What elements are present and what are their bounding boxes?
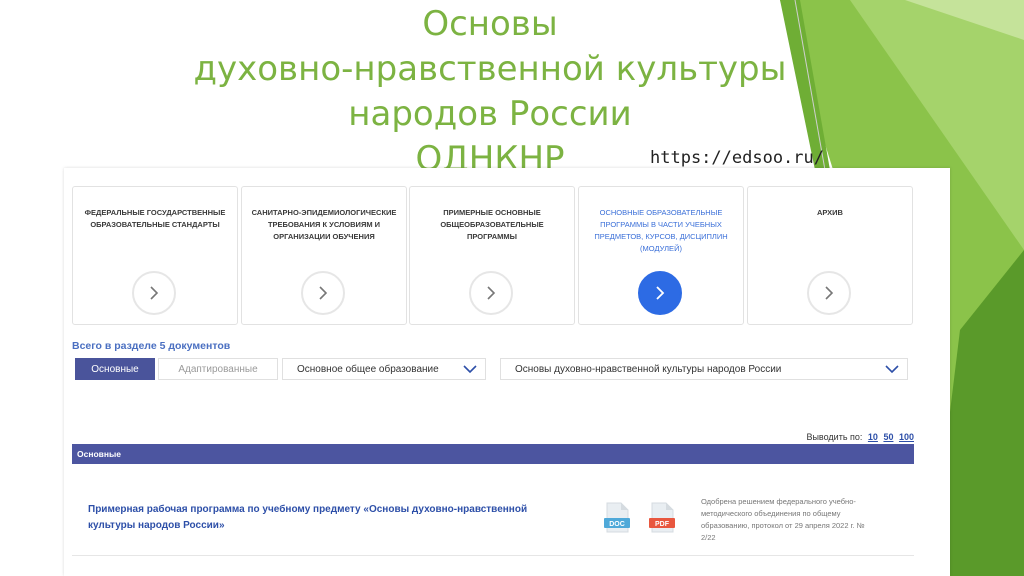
- card-fgos[interactable]: ФЕДЕРАЛЬНЫЕ ГОСУДАРСТВЕННЫЕ ОБРАЗОВАТЕЛЬ…: [72, 186, 238, 325]
- card-label: САНИТАРНО-ЭПИДЕМИОЛОГИЧЕСКИЕ ТРЕБОВАНИЯ …: [251, 208, 397, 241]
- per-page-100[interactable]: 100: [899, 432, 914, 442]
- row-divider: [72, 555, 914, 556]
- chevron-down-icon: [885, 365, 899, 374]
- card-poop[interactable]: ПРИМЕРНЫЕ ОСНОВНЫЕ ОБЩЕОБРАЗОВАТЕЛЬНЫЕ П…: [409, 186, 575, 325]
- card-label: ПРИМЕРНЫЕ ОСНОВНЫЕ ОБЩЕОБРАЗОВАТЕЛЬНЫЕ П…: [440, 208, 544, 241]
- tab-main[interactable]: Основные: [75, 358, 155, 380]
- pdf-file-icon[interactable]: PDF: [649, 502, 675, 534]
- document-title-link[interactable]: Примерная рабочая программа по учебному …: [88, 502, 568, 534]
- per-page-10[interactable]: 10: [868, 432, 878, 442]
- pdf-label: PDF: [655, 521, 670, 528]
- card-oop-subjects[interactable]: ОСНОВНЫЕ ОБРАЗОВАТЕЛЬНЫЕ ПРОГРАММЫ В ЧАС…: [578, 186, 744, 325]
- card-label: ОСНОВНЫЕ ОБРАЗОВАТЕЛЬНЫЕ ПРОГРАММЫ В ЧАС…: [587, 207, 735, 255]
- title-line: Основы: [422, 4, 558, 44]
- doc-file-icon[interactable]: DOC: [604, 502, 630, 534]
- level-select-value: Основное общее образование: [297, 363, 439, 375]
- chevron-down-icon: [463, 365, 477, 374]
- card-label-sub: (МОДУЛЕЙ): [640, 244, 682, 253]
- card-arrow-button[interactable]: [132, 271, 176, 315]
- title-line: духовно-нравственной культуры: [193, 49, 787, 89]
- doc-label: DOC: [609, 521, 625, 528]
- card-arrow-button-active[interactable]: [638, 271, 682, 315]
- section-header: Основные: [72, 444, 914, 464]
- chevron-right-icon: [656, 286, 665, 300]
- card-label-text: ОСНОВНЫЕ ОБРАЗОВАТЕЛЬНЫЕ ПРОГРАММЫ В ЧАС…: [594, 208, 728, 241]
- subject-select-value: Основы духовно-нравственной культуры нар…: [515, 363, 782, 375]
- per-page: Выводить по: 10 50 100: [806, 432, 914, 442]
- per-page-50[interactable]: 50: [883, 432, 893, 442]
- chevron-right-icon: [150, 286, 159, 300]
- title-line: народов России: [348, 94, 632, 134]
- chevron-right-icon: [319, 286, 328, 300]
- approval-note: Одобрена решением федерального учебно-ме…: [701, 497, 865, 542]
- card-sanpin[interactable]: САНИТАРНО-ЭПИДЕМИОЛОГИЧЕСКИЕ ТРЕБОВАНИЯ …: [241, 186, 407, 325]
- card-archive[interactable]: АРХИВ: [747, 186, 913, 325]
- card-label: АРХИВ: [817, 208, 843, 217]
- card-label: ФЕДЕРАЛЬНЫЕ ГОСУДАРСТВЕННЫЕ ОБРАЗОВАТЕЛЬ…: [84, 208, 226, 229]
- level-select[interactable]: Основное общее образование: [282, 358, 486, 380]
- tab-adapted[interactable]: Адаптированные: [158, 358, 278, 380]
- card-arrow-button[interactable]: [469, 271, 513, 315]
- document-count: Всего в разделе 5 документов: [72, 340, 231, 352]
- chevron-right-icon: [487, 286, 496, 300]
- website-screenshot: ФЕДЕРАЛЬНЫЕ ГОСУДАРСТВЕННЫЕ ОБРАЗОВАТЕЛЬ…: [64, 168, 950, 576]
- per-page-label: Выводить по:: [806, 432, 863, 442]
- chevron-right-icon: [825, 286, 834, 300]
- source-url[interactable]: https://edsoo.ru/: [650, 148, 824, 168]
- card-arrow-button[interactable]: [807, 271, 851, 315]
- card-arrow-button[interactable]: [301, 271, 345, 315]
- subject-select[interactable]: Основы духовно-нравственной культуры нар…: [500, 358, 908, 380]
